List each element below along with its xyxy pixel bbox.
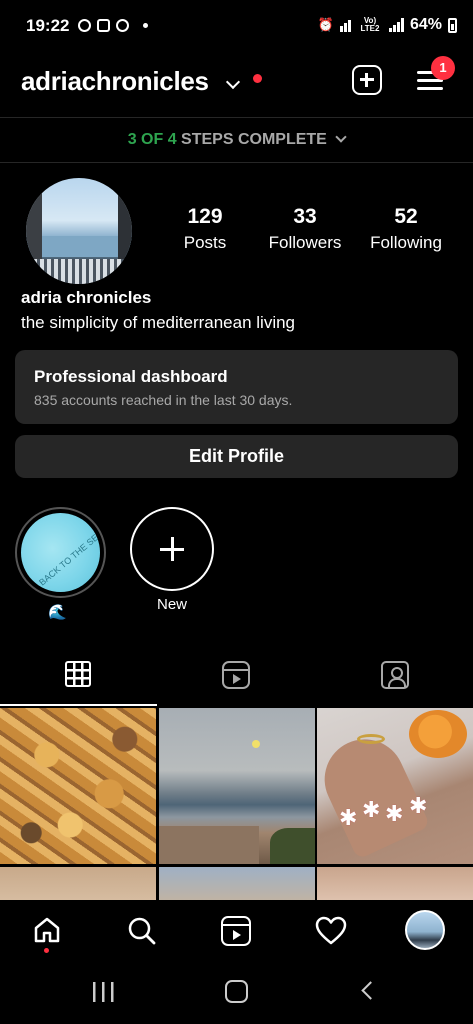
story-highlight[interactable]: BACK TO THE SEA xyxy=(15,507,106,598)
status-time: 19:22 xyxy=(26,16,70,35)
system-navigation xyxy=(0,962,473,1024)
reels-icon xyxy=(222,661,250,689)
professional-dashboard[interactable]: Professional dashboard 835 accounts reac… xyxy=(15,350,458,424)
moon xyxy=(252,740,260,748)
search-icon[interactable] xyxy=(127,916,157,946)
home-button-icon[interactable] xyxy=(225,980,248,1003)
battery-percent: 64% xyxy=(409,16,442,33)
star-bracelet: ✱ xyxy=(362,797,381,822)
notification-dot xyxy=(253,74,262,83)
profile-name: adria chronicles xyxy=(21,288,152,307)
following-label: Following xyxy=(370,233,442,252)
avatar-railing xyxy=(26,258,132,284)
menu-badge: 1 xyxy=(431,56,455,80)
profile-avatar[interactable] xyxy=(405,910,445,950)
star-bracelet: ✱ xyxy=(409,793,428,818)
chevron-down-icon[interactable] xyxy=(225,74,241,90)
followers-stat[interactable]: 33 Followers xyxy=(260,205,350,253)
battery-icon xyxy=(448,17,457,33)
gallery-notification-icon xyxy=(97,19,110,32)
status-bar: 19:22 ⏰ Vo) LTE2 64% xyxy=(0,0,473,56)
steps-count: 3 OF 4 xyxy=(127,131,177,148)
back-icon[interactable] xyxy=(361,981,380,1000)
recents-icon[interactable] xyxy=(93,982,115,1002)
alarm-icon: ⏰ xyxy=(317,17,334,32)
active-tab-indicator xyxy=(0,704,157,706)
instagram-notification-icon xyxy=(78,19,91,32)
rooftop xyxy=(159,826,259,864)
bottom-navigation xyxy=(0,900,473,962)
followers-label: Followers xyxy=(268,233,342,252)
following-stat[interactable]: 52 Following xyxy=(362,205,450,253)
divider xyxy=(0,162,473,163)
dashboard-title: Professional dashboard xyxy=(34,367,228,386)
wifi-icon xyxy=(339,18,351,32)
account-switcher[interactable]: adriachronicles xyxy=(21,66,209,97)
new-highlight-button[interactable] xyxy=(130,507,214,591)
star-bracelet: ✱ xyxy=(339,805,358,830)
apricot xyxy=(409,710,467,758)
new-highlight-label: New xyxy=(156,596,187,613)
steps-progress[interactable]: 3 OF 4 STEPS COMPLETE xyxy=(0,118,473,162)
circle-notification-icon xyxy=(116,19,129,32)
following-count: 52 xyxy=(394,205,418,228)
tree xyxy=(270,828,315,864)
highlight-label: 🌊 xyxy=(48,604,67,621)
posts-stat[interactable]: 129 Posts xyxy=(170,205,240,253)
highlight-cover: BACK TO THE SEA xyxy=(21,513,100,592)
chevron-down-icon xyxy=(335,131,347,143)
steps-label: STEPS COMPLETE xyxy=(181,131,327,148)
network-type: Vo) LTE2 xyxy=(360,16,380,33)
profile-header: adriachronicles 1 xyxy=(0,56,473,112)
followers-count: 33 xyxy=(293,205,317,228)
more-notifications-icon xyxy=(143,23,148,28)
posts-label: Posts xyxy=(183,233,227,252)
highlight-cover-text: BACK TO THE SEA xyxy=(37,528,100,588)
profile-avatar[interactable] xyxy=(26,178,132,284)
edit-profile-button[interactable]: Edit Profile xyxy=(15,435,458,478)
post-thumbnail[interactable]: ✱ ✱ ✱ ✱ xyxy=(317,708,473,864)
home-icon[interactable] xyxy=(33,916,61,944)
create-button[interactable] xyxy=(352,65,382,95)
profile-bio: the simplicity of mediterranean living xyxy=(21,313,296,332)
tagged-icon xyxy=(381,661,409,689)
signal-icon xyxy=(388,18,404,32)
reels-icon[interactable] xyxy=(221,916,251,946)
ring xyxy=(357,734,385,744)
star-bracelet: ✱ xyxy=(385,801,404,826)
post-thumbnail[interactable] xyxy=(0,708,156,864)
heart-icon[interactable] xyxy=(315,916,347,946)
posts-count: 129 xyxy=(187,205,223,228)
post-thumbnail[interactable] xyxy=(159,708,315,864)
status-right: ⏰ Vo) LTE2 64% xyxy=(318,16,457,34)
dashboard-subtitle: 835 accounts reached in the last 30 days… xyxy=(34,392,293,408)
home-notification-dot xyxy=(44,948,49,953)
grid-icon xyxy=(65,661,91,687)
status-left-icons xyxy=(78,19,148,32)
